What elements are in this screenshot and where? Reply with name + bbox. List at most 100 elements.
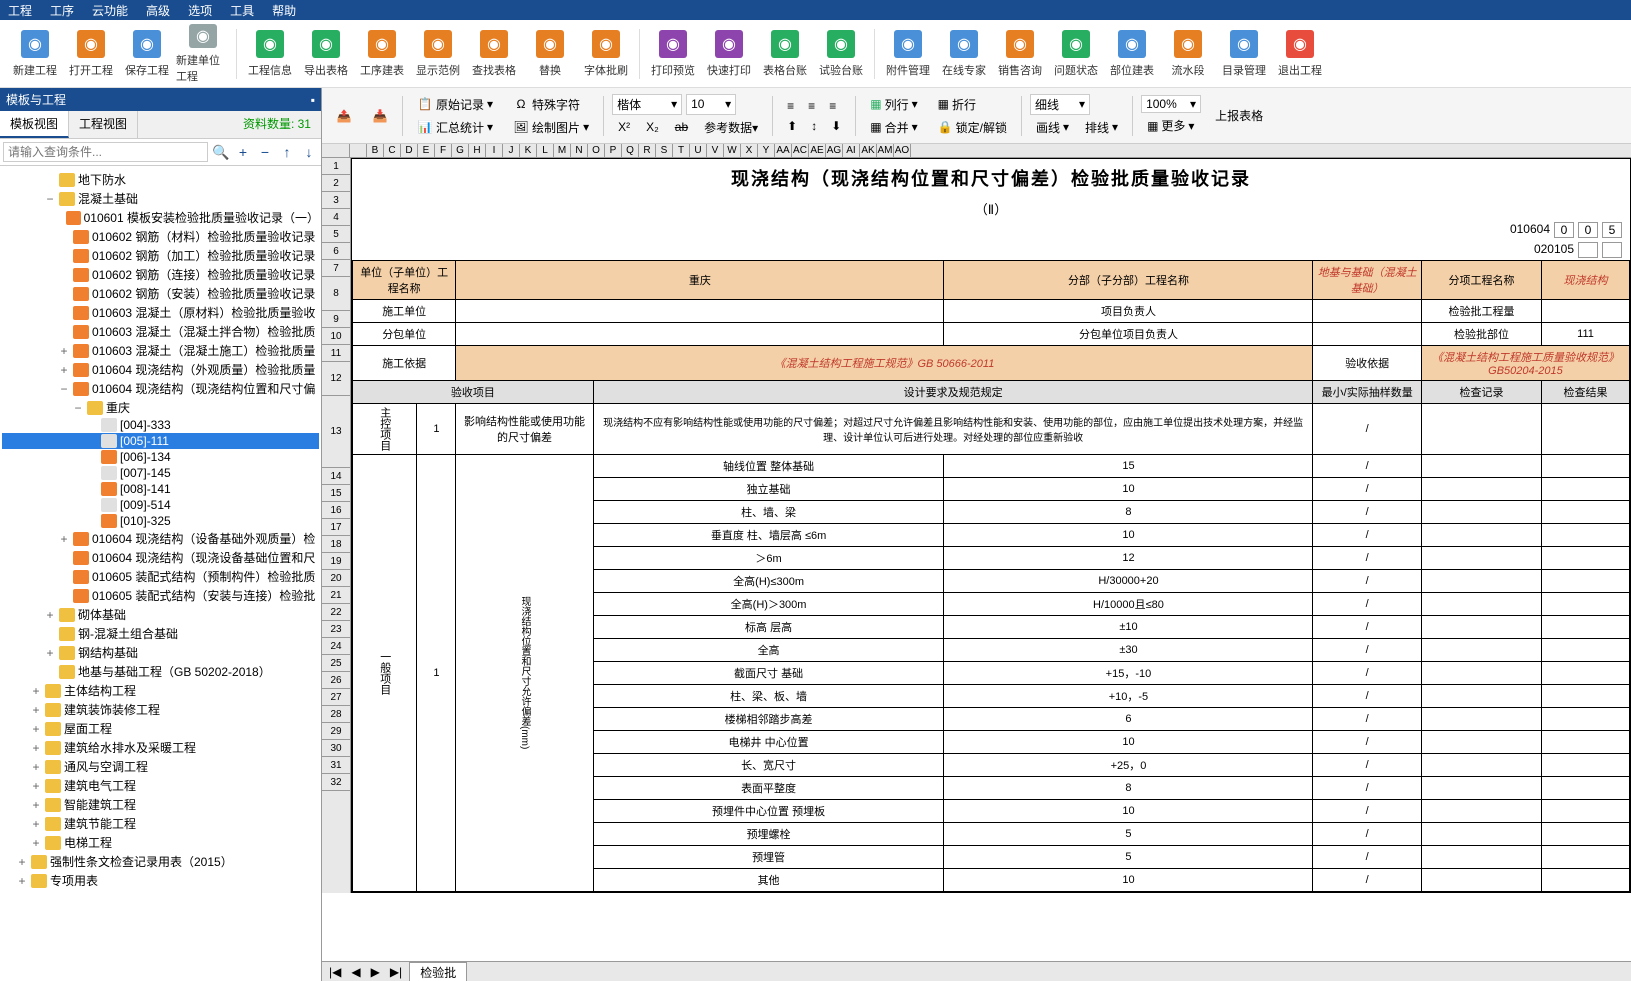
tree-node[interactable]: −重庆 [2,398,319,417]
sheet-tab[interactable]: 检验批 [409,962,467,981]
align-right[interactable]: ≡ [823,97,842,115]
row-hdr[interactable]: 15 [322,485,350,502]
more[interactable]: ▦更多▾ [1141,115,1201,136]
tbtn-显示范例[interactable]: ◉显示范例 [411,24,465,84]
row-hdr[interactable]: 4 [322,209,350,226]
tree-node[interactable]: 010602 钢筋（安装）检验批质量验收记录 [2,284,319,303]
tree-node[interactable]: +010604 现浇结构（设备基础外观质量）检 [2,529,319,548]
strikethrough[interactable]: ab [669,117,694,138]
remove-icon[interactable]: − [256,143,274,161]
col-hdr[interactable]: K [520,144,537,157]
tree-node[interactable]: 010605 装配式结构（安装与连接）检验批 [2,586,319,605]
align-left[interactable]: ≡ [781,97,800,115]
tree-node[interactable]: +砌体基础 [2,605,319,624]
pin-icon[interactable]: ▪ [311,93,315,107]
tree-node[interactable]: +钢结构基础 [2,643,319,662]
code-box[interactable] [1578,242,1598,258]
arrange-line[interactable]: 排线▾ [1079,117,1124,138]
col-hdr[interactable]: AG [826,144,843,157]
tab-template[interactable]: 模板视图 [0,111,69,138]
tree-node[interactable]: −混凝土基础 [2,189,319,208]
col-hdr[interactable] [350,144,367,157]
row-hdr[interactable]: 8 [322,277,350,311]
row-hdr[interactable]: 22 [322,604,350,621]
menu-高级[interactable]: 高级 [146,2,170,19]
row-hdr[interactable]: 31 [322,757,350,774]
up-icon[interactable]: ↑ [278,143,296,161]
tree-node[interactable]: 地基与基础工程（GB 50202-2018） [2,662,319,681]
col-hdr[interactable]: E [418,144,435,157]
row-hdr[interactable]: 21 [322,587,350,604]
tbtn-工程信息[interactable]: ◉工程信息 [243,24,297,84]
row-hdr[interactable]: 1 [322,158,350,175]
merge[interactable]: ▦合并▾ [864,117,923,138]
col-hdr[interactable]: X [741,144,758,157]
wrap[interactable]: ▦折行 [932,94,1013,115]
tree-node[interactable]: 010602 钢筋（材料）检验批质量验收记录 [2,227,319,246]
export-icon[interactable]: 📤 [330,106,358,126]
row-hdr[interactable]: 20 [322,570,350,587]
row-hdr[interactable]: 10 [322,328,350,345]
tree-node[interactable]: [007]-145 [2,465,319,481]
down-icon[interactable]: ↓ [300,143,318,161]
tbtn-表格台账[interactable]: ◉表格台账 [758,24,812,84]
tbtn-保存工程[interactable]: ◉保存工程 [120,24,174,84]
tbtn-流水段[interactable]: ◉流水段 [1161,24,1215,84]
align-center[interactable]: ≡ [802,97,821,115]
col-hdr[interactable]: B [367,144,384,157]
col-hdr[interactable]: U [690,144,707,157]
tbtn-导出表格[interactable]: ◉导出表格 [299,24,353,84]
tbtn-销售咨询[interactable]: ◉销售咨询 [993,24,1047,84]
col-hdr[interactable]: R [639,144,656,157]
tab-last[interactable]: ▶| [387,965,405,979]
row-hdr[interactable]: 9 [322,311,350,328]
search-input[interactable] [3,142,208,162]
col-hdr[interactable]: N [571,144,588,157]
ref-data[interactable]: 参考数据▾ [698,117,764,138]
tree-node[interactable]: [004]-333 [2,417,319,433]
rowcol[interactable]: ▦列行▾ [864,94,923,115]
tree-node[interactable]: 地下防水 [2,170,319,189]
tab-first[interactable]: |◀ [326,965,344,979]
tree-node[interactable]: −010604 现浇结构（现浇结构位置和尺寸偏 [2,379,319,398]
row-hdr[interactable]: 14 [322,468,350,485]
col-hdr[interactable]: L [537,144,554,157]
row-hdr[interactable]: 7 [322,260,350,277]
tbtn-快速打印[interactable]: ◉快速打印 [702,24,756,84]
raw-record[interactable]: 📋原始记录▾ [411,94,499,115]
tree-node[interactable]: +智能建筑工程 [2,795,319,814]
col-hdr[interactable]: P [605,144,622,157]
subscript[interactable]: X₂ [640,117,665,138]
menu-工序[interactable]: 工序 [50,2,74,19]
tree-node[interactable]: +通风与空调工程 [2,757,319,776]
tree-node[interactable]: [009]-514 [2,497,319,513]
col-hdr[interactable]: Y [758,144,775,157]
valign-bot[interactable]: ⬇ [825,117,847,135]
line-style[interactable]: 细线▾ [1030,94,1090,115]
tbtn-目录管理[interactable]: ◉目录管理 [1217,24,1271,84]
tree-node[interactable]: [008]-141 [2,481,319,497]
tree-node[interactable]: 010603 混凝土（原材料）检验批质量验收 [2,303,319,322]
tbtn-字体批刷[interactable]: ◉字体批刷 [579,24,633,84]
row-hdr[interactable]: 29 [322,723,350,740]
tbtn-打开工程[interactable]: ◉打开工程 [64,24,118,84]
tree-node[interactable]: +010604 现浇结构（外观质量）检验批质量 [2,360,319,379]
menu-工具[interactable]: 工具 [230,2,254,19]
col-hdr[interactable]: Q [622,144,639,157]
search-icon[interactable]: 🔍 [212,143,230,161]
menu-选项[interactable]: 选项 [188,2,212,19]
tree-node[interactable]: +010603 混凝土（混凝土施工）检验批质量 [2,341,319,360]
menu-云功能[interactable]: 云功能 [92,2,128,19]
tbtn-在线专家[interactable]: ◉在线专家 [937,24,991,84]
tbtn-工序建表[interactable]: ◉工序建表 [355,24,409,84]
tree-node[interactable]: +电梯工程 [2,833,319,852]
size-select[interactable]: 10▾ [686,94,736,115]
row-hdr[interactable]: 12 [322,362,350,396]
row-hdr[interactable]: 13 [322,396,350,468]
col-hdr[interactable]: C [384,144,401,157]
row-hdr[interactable]: 11 [322,345,350,362]
tbtn-替换[interactable]: ◉替换 [523,24,577,84]
draw-pic[interactable]: 🖼绘制图片▾ [507,117,595,138]
code-box[interactable] [1554,222,1574,238]
tree-node[interactable]: +建筑装饰装修工程 [2,700,319,719]
